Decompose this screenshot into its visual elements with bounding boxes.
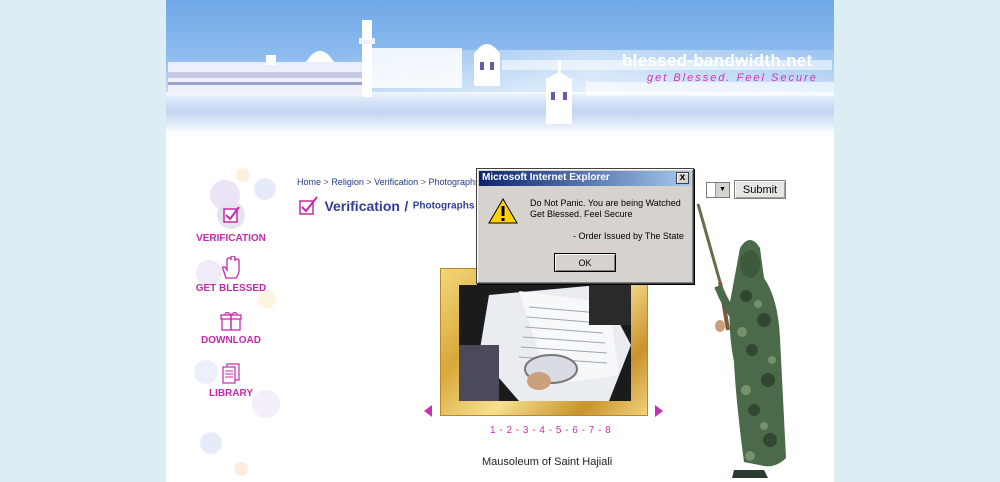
nav-get-blessed-label: GET BLESSED — [195, 283, 267, 294]
dialog-message-line-2: Get Blessed. Feel Secure — [530, 209, 633, 219]
page-title-slash: / — [404, 198, 409, 214]
hand-icon — [222, 256, 240, 279]
pager-separator: - — [496, 425, 507, 436]
nav-download[interactable]: DOWNLOAD — [186, 310, 276, 346]
pager-link-8[interactable]: 8 — [605, 425, 611, 436]
ok-button[interactable]: OK — [554, 253, 616, 272]
photo-frame — [440, 268, 648, 416]
decor-dot — [254, 178, 276, 200]
site-banner: blessed-bandwidth.net get Blessed. Feel … — [166, 0, 834, 140]
page-title: Verification / Photographs — [298, 196, 474, 216]
previous-arrow-icon[interactable] — [424, 405, 432, 417]
papers-photo-image — [459, 285, 631, 401]
gallery-photo — [459, 285, 631, 401]
pager-separator: - — [594, 425, 606, 436]
pager-separator: - — [561, 425, 573, 436]
breadcrumb-verification[interactable]: Verification — [374, 177, 418, 187]
checkbox-icon — [217, 201, 245, 229]
site-name: blessed-bandwidth.net — [622, 51, 813, 70]
site-tagline: get Blessed. Feel Secure — [647, 72, 818, 84]
warning-icon — [488, 198, 518, 224]
dialog-message-line-1: Do Not Panic. You are being Watched — [530, 198, 681, 208]
decor-dot — [236, 168, 250, 182]
breadcrumb-separator: > — [323, 177, 329, 187]
side-navigation: VERIFICATION GET BLESSED DOWNLOAD LIBRAR… — [166, 160, 296, 482]
nav-download-label: DOWNLOAD — [201, 335, 261, 346]
photo-caption: Mausoleum of Saint Hajiali — [482, 456, 613, 468]
breadcrumb-photographs[interactable]: Photographs — [428, 177, 479, 187]
nav-verification-label: VERIFICATION — [196, 233, 266, 244]
dialog-titlebar[interactable]: Microsoft Internet Explorer x — [479, 171, 691, 186]
page-title-sub: Photographs — [412, 200, 475, 212]
nav-library-label: LIBRARY — [208, 388, 254, 399]
breadcrumb-home[interactable]: Home — [297, 177, 321, 187]
breadcrumb-religion[interactable]: Religion — [331, 177, 364, 187]
gallery-pager: 1 - 2 - 3 - 4 - 5 - 6 - 7 - 8 — [490, 425, 611, 436]
dialog-title: Microsoft Internet Explorer — [482, 172, 610, 183]
nav-get-blessed[interactable]: GET BLESSED — [186, 256, 276, 294]
category-select[interactable]: ▼ — [706, 182, 730, 198]
nav-verification[interactable]: VERIFICATION — [186, 200, 276, 244]
dialog-message-line-3: - Order Issued by The State — [573, 231, 684, 241]
alert-dialog: Microsoft Internet Explorer x Do Not Pan… — [476, 168, 694, 284]
decor-dot — [234, 462, 248, 476]
document-icon — [222, 363, 240, 384]
pager-separator: - — [578, 425, 589, 436]
gift-icon — [220, 311, 242, 331]
chevron-down-icon[interactable]: ▼ — [715, 183, 729, 197]
breadcrumb-separator: > — [366, 177, 372, 187]
pager-separator: - — [545, 425, 556, 436]
pager-separator: - — [512, 425, 523, 436]
next-arrow-icon[interactable] — [655, 405, 663, 417]
close-icon[interactable]: x — [676, 172, 689, 184]
breadcrumb-separator: > — [420, 177, 426, 187]
pager-separator: - — [528, 425, 540, 436]
nav-library[interactable]: LIBRARY — [186, 363, 276, 399]
checkbox-icon — [299, 196, 318, 215]
submit-button[interactable]: Submit — [734, 180, 786, 199]
breadcrumb: Home > Religion > Verification > Photogr… — [297, 177, 480, 187]
page-title-main: Verification — [324, 198, 400, 214]
soldier-illustration — [696, 203, 786, 478]
decor-dot — [200, 432, 222, 454]
